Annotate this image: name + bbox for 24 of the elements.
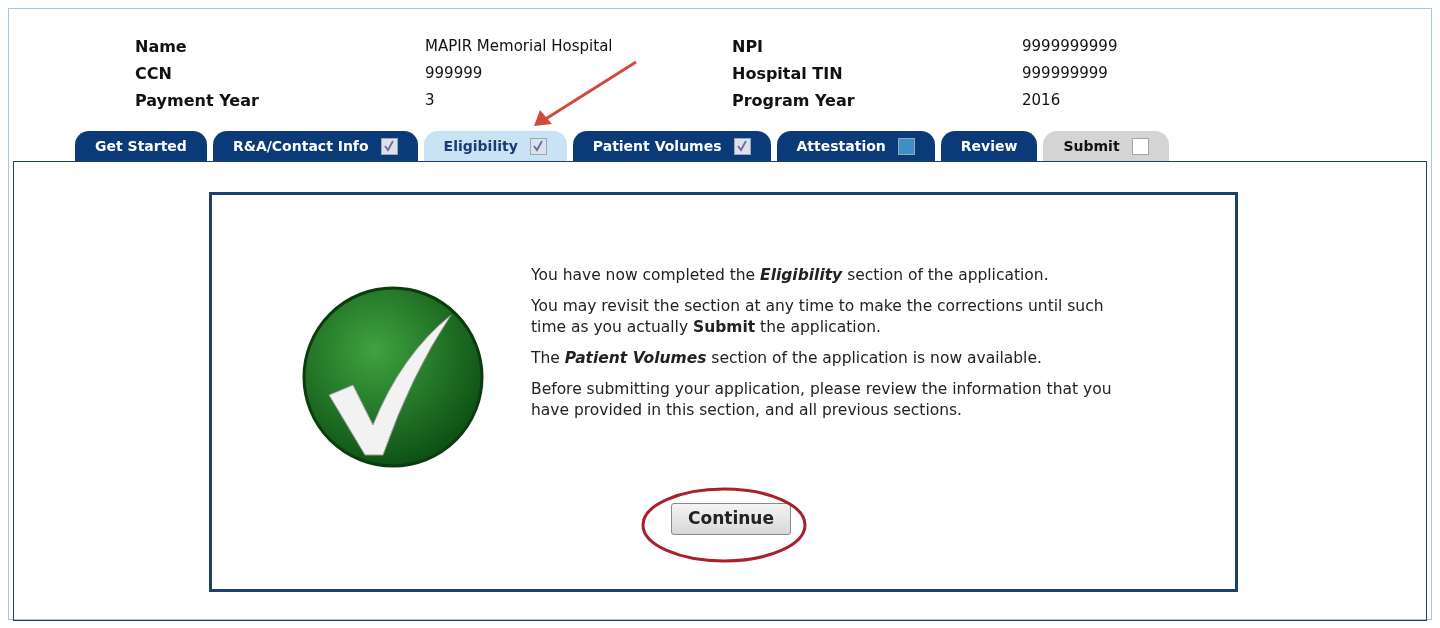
field-value: 9999999999: [1022, 36, 1119, 57]
message-paragraph: Before submitting your application, please review the information that you have provided in this section, and all previous sections.: [531, 379, 1113, 421]
tab[interactable]: Attestation: [776, 131, 935, 161]
field-value: 999999: [425, 63, 484, 84]
message-paragraph: You have now completed the Eligibility section of the application.: [531, 265, 1049, 286]
tab[interactable]: Patient Volumes: [572, 131, 771, 161]
field-label: Payment Year: [135, 90, 260, 112]
field-label: CCN: [135, 63, 173, 85]
tab[interactable]: Review: [940, 131, 1038, 161]
checkmark-icon: [301, 285, 485, 469]
field-label: NPI: [732, 36, 765, 58]
tab[interactable]: R&A/Contact Info: [212, 131, 418, 161]
continue-button[interactable]: Continue: [671, 503, 791, 535]
field-label: Hospital TIN: [732, 63, 844, 85]
tab[interactable]: Get Started: [75, 131, 207, 161]
field-label: Name: [135, 36, 188, 58]
field-value: 3: [425, 90, 436, 111]
tab[interactable]: Eligibility: [423, 131, 567, 161]
field-value: 999999999: [1022, 63, 1109, 84]
message-paragraph: The Patient Volumes section of the application is now available.: [531, 348, 1042, 369]
message-paragraph: You may revisit the section at any time to make the corrections until such time as you actually Submit the application.: [531, 296, 1105, 338]
field-value: 2016: [1022, 90, 1062, 111]
field-value: MAPIR Memorial Hospital: [425, 36, 614, 57]
field-label: Program Year: [732, 90, 856, 112]
